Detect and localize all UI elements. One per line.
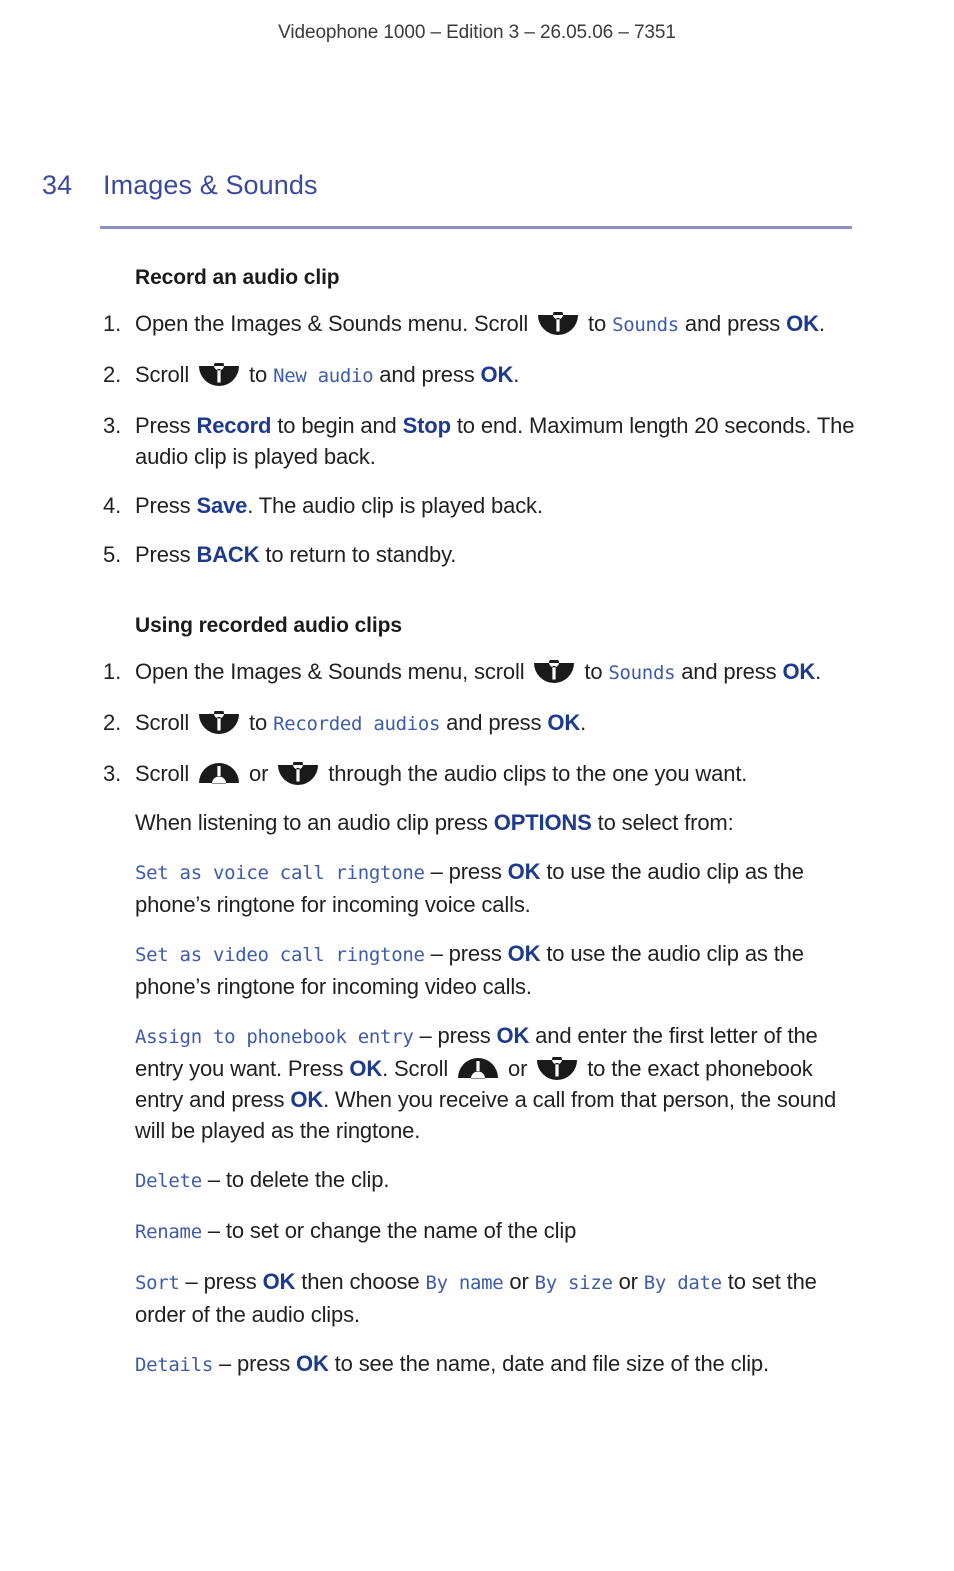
scroll-down-key-icon — [197, 711, 241, 735]
menu-item-label[interactable]: Delete — [135, 1170, 202, 1192]
step-item: 3. Press Record to begin and Stop to end.… — [103, 410, 863, 472]
scroll-down-key-icon — [276, 762, 320, 786]
step-number: 4. — [103, 493, 122, 518]
scroll-down-key-icon — [197, 363, 241, 387]
scroll-down-key-icon — [535, 1057, 579, 1081]
softkey-label[interactable]: OK — [296, 1351, 329, 1376]
option-paragraph: Delete – to delete the clip. — [135, 1167, 390, 1192]
softkey-label[interactable]: OK — [782, 659, 815, 684]
step-number: 2. — [103, 362, 122, 387]
menu-item-label[interactable]: Sounds — [612, 314, 679, 336]
menu-item-label[interactable]: New audio — [273, 365, 374, 387]
menu-item-label[interactable]: By date — [644, 1272, 722, 1294]
step-number: 1. — [103, 311, 122, 336]
running-header: Videophone 1000 – Edition 3 – 26.05.06 –… — [278, 22, 676, 43]
softkey-label[interactable]: OK — [786, 311, 819, 336]
option-paragraph: Rename – to set or change the name of th… — [135, 1218, 577, 1243]
step-item: 4. Press Save. The audio clip is played b… — [103, 490, 863, 521]
menu-item-label[interactable]: Set as voice call ringtone — [135, 862, 425, 884]
scroll-down-key-icon — [536, 312, 580, 336]
page-title: 34 Images & Sounds — [42, 170, 318, 201]
softkey-label[interactable]: OK — [547, 710, 580, 735]
softkey-label[interactable]: OK — [481, 362, 514, 387]
softkey-label[interactable]: Record — [196, 413, 271, 438]
option-paragraph: Sort – press OK then choose By name or B… — [135, 1269, 817, 1327]
option-paragraph: Set as voice call ringtone – press OK to… — [135, 859, 804, 917]
option-paragraph: Assign to phonebook entry – press OK and… — [135, 1023, 837, 1143]
menu-item-label[interactable]: Rename — [135, 1221, 202, 1243]
softkey-label[interactable]: BACK — [196, 542, 259, 567]
chapter-title: Images & Sounds — [103, 170, 318, 200]
option-paragraph: Details – press OK to see the name, date… — [135, 1351, 769, 1376]
step-item: 5. Press BACK to return to standby. — [103, 539, 863, 570]
menu-item-label[interactable]: Sort — [135, 1272, 180, 1294]
menu-item-label[interactable]: Recorded audios — [273, 713, 440, 735]
step-list: 1. Open the Images & Sounds menu, scroll … — [103, 656, 863, 789]
step-item: 3. Scroll or through the audio clips to t… — [103, 758, 863, 789]
option-paragraph: When listening to an audio clip press OP… — [135, 810, 734, 835]
menu-item-label[interactable]: By name — [425, 1272, 503, 1294]
softkey-label[interactable]: OPTIONS — [494, 810, 592, 835]
softkey-label[interactable]: OK — [508, 941, 541, 966]
menu-item-label[interactable]: Assign to phonebook entry — [135, 1026, 414, 1048]
menu-item-label[interactable]: Sounds — [608, 662, 675, 684]
section-heading: Record an audio clip — [135, 266, 340, 289]
header-divider-rule — [100, 226, 852, 229]
step-number: 5. — [103, 542, 122, 567]
step-number: 1. — [103, 659, 122, 684]
scroll-down-key-icon — [532, 660, 576, 684]
section-heading: Using recorded audio clips — [135, 614, 402, 637]
menu-item-label[interactable]: By size — [535, 1272, 613, 1294]
softkey-label[interactable]: OK — [290, 1087, 323, 1112]
option-paragraph: Set as video call ringtone – press OK to… — [135, 941, 804, 999]
softkey-label[interactable]: OK — [497, 1023, 530, 1048]
step-number: 3. — [103, 413, 122, 438]
step-number: 2. — [103, 710, 122, 735]
menu-item-label[interactable]: Set as video call ringtone — [135, 944, 425, 966]
softkey-label[interactable]: OK — [349, 1056, 382, 1081]
step-number: 3. — [103, 761, 122, 786]
softkey-label[interactable]: Save — [196, 493, 247, 518]
step-item: 1. Open the Images & Sounds menu, scroll … — [103, 656, 863, 689]
step-item: 2. Scroll to New audio and press OK. — [103, 359, 863, 392]
softkey-label[interactable]: OK — [508, 859, 541, 884]
step-item: 2. Scroll to Recorded audios and press OK… — [103, 707, 863, 740]
softkey-label[interactable]: OK — [263, 1269, 296, 1294]
softkey-label[interactable]: Stop — [403, 413, 451, 438]
page-number: 34 — [42, 170, 73, 200]
page-content: Record an audio clip 1. Open the Images & … — [103, 266, 863, 1399]
step-item: 1. Open the Images & Sounds menu. Scroll … — [103, 308, 863, 341]
scroll-up-key-icon — [197, 762, 241, 786]
step-list: 1. Open the Images & Sounds menu. Scroll … — [103, 308, 863, 570]
menu-item-label[interactable]: Details — [135, 1354, 213, 1376]
scroll-up-key-icon — [456, 1057, 500, 1081]
